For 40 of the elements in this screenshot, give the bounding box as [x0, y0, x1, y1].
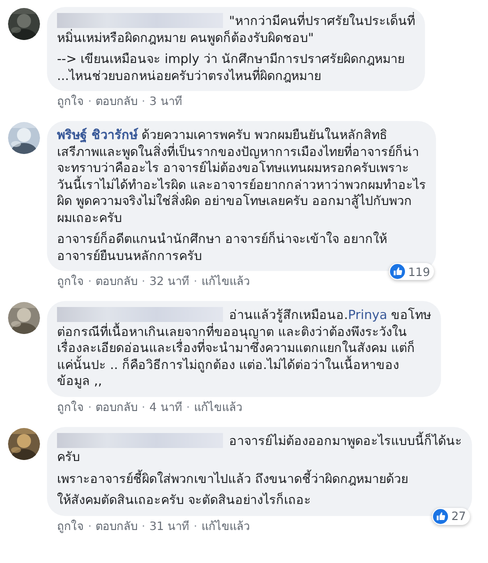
action-link[interactable]: แก้ไขแล้ว: [194, 400, 242, 414]
separator-dot: ·: [194, 274, 198, 289]
separator-dot: ·: [186, 400, 190, 414]
action-link[interactable]: ถูกใจ: [57, 94, 84, 109]
action-link[interactable]: ตอบกลับ: [96, 400, 138, 414]
action-link[interactable]: ตอบกลับ: [96, 274, 138, 289]
action-link[interactable]: ตอบกลับ: [96, 94, 138, 109]
thumbs-up-icon: [390, 264, 406, 279]
separator-dot: ·: [142, 518, 146, 534]
comment-text: อาจารย์ไม่ต้องออกมาพูดอะไรแบบนี้ก็ได้นะ ครับ: [57, 432, 462, 464]
mention-link[interactable]: Prinya: [348, 307, 388, 322]
comment-text: ให้สังคมตัดสินเถอะครับ จะตัดสินอย่างไรก็เถอะ: [57, 492, 312, 507]
separator-dot: ·: [88, 94, 92, 109]
timestamp[interactable]: 31 นาที: [149, 518, 190, 534]
comment-text: พริษฐ์ ชิวารักษ์ ด้วยความเคารพครับ พวกผมยืนยันในหลักสิทธิ เสรีภาพและพูดในสิ่งที่เป็นรากของปัญหาการเมืองไทยที่อาจารย์ก็น่า จะทราบว่าคืออะไร อาจารย์ไม่ต้องขอโทษแทนผมหรอกครับเพราะ วันนี้เราไม่ได้ทำอะไรผิด และอาจารย์อยากกล่าวหาว่าพวกผมทำอะไร ผิด พูดความจริงไม่ใช่สิ่งผิด อย่าขอโทษเลยครับ ออกมาสู้ไปกับพวก ผมเถอะครับ: [57, 127, 426, 224]
action-link[interactable]: ถูกใจ: [57, 400, 84, 414]
action-link[interactable]: ถูกใจ: [57, 274, 84, 289]
separator-dot: ·: [88, 400, 92, 414]
separator-dot: ·: [142, 274, 146, 289]
comment-text: "หากว่ามีคนที่ปราศรัยในประเด็นที่ หมิ่นเหม่หรือผิดกฎหมาย คนพูดก็ต้องรับผิดชอบ": [57, 13, 415, 44]
comment-text: เพราะอาจารย์ชี้ผิดใส่พวกเขาไปแล้ว ถึงขนาดชี้ว่าผิดกฎหมายด้วย: [57, 470, 408, 486]
timestamp[interactable]: 3 นาที: [149, 94, 182, 109]
author-name[interactable]: พริษฐ์ ชิวารักษ์: [57, 127, 138, 142]
separator-dot: ·: [142, 400, 146, 414]
separator-dot: ·: [142, 94, 146, 109]
thumbs-up-icon: [433, 508, 448, 524]
reaction-count[interactable]: 27: [432, 508, 470, 524]
action-link[interactable]: ตอบกลับ: [96, 518, 138, 534]
timestamp[interactable]: 4 นาที: [149, 400, 182, 414]
comment-text: อ่านแล้วรู้สึกเหมือนอ.Prinya ขอโทษ ต่อกรณีที่เนื้อหาเกินเลยจากที่ขออนุญาต และติงว่าต้องพึงระวังใน เรื่องละเอียดอ่อนและเรื่องที่จะนำมาซึ่งความแตกแยกในสังคม แต่ก็ แค่นั้นปะ .. ก็คือวิธีการไม่ถูกต้อง แต่อ.ไม่ได้ต่อว่าในเนื้อหาของ ข้อมูล ,,: [57, 307, 432, 388]
timestamp[interactable]: 32 นาที: [149, 274, 190, 289]
action-link[interactable]: ถูกใจ: [57, 518, 84, 534]
action-link[interactable]: แก้ไขแล้ว: [201, 518, 250, 534]
comment-text: อาจารย์ก็อดีตแกนนำนักศึกษา อาจารย์ก็น่าจะเข้าใจ อยากให้ อาจารย์ยืนบนหลักการครับ: [57, 231, 388, 262]
reaction-count[interactable]: 119: [389, 263, 434, 280]
separator-dot: ·: [88, 274, 92, 289]
action-link[interactable]: แก้ไขแล้ว: [201, 274, 250, 289]
separator-dot: ·: [194, 518, 198, 534]
separator-dot: ·: [88, 518, 92, 534]
comment-text: --> เขียนเหมือนจะ imply ว่า นักศึกษามีการปราศรัยผิดกฎหมาย ...ไหนช่วยบอกหน่อยครับว่าตรงไหนที่ผิดกฎหมาย: [57, 51, 404, 82]
